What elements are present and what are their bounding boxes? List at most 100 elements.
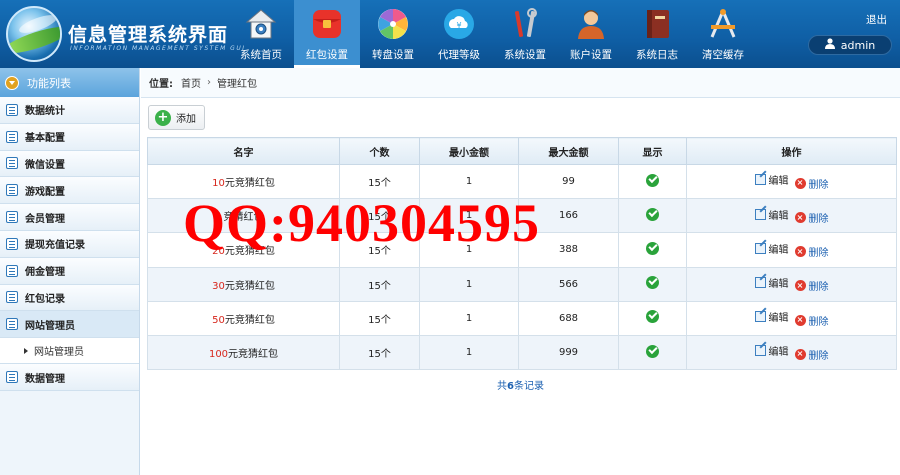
cell-max: 388	[518, 232, 619, 268]
cell-min: 1	[419, 163, 519, 200]
edit-button[interactable]: 编辑	[754, 207, 789, 222]
list-icon	[6, 237, 18, 250]
sidebar-item-admins[interactable]: 网站管理员	[0, 311, 139, 339]
edit-button[interactable]: 编辑	[754, 309, 789, 324]
add-button[interactable]: + 添加	[148, 105, 205, 130]
delete-button[interactable]: × 删除	[794, 347, 829, 362]
cell-name: 20元竞猜红包	[147, 232, 340, 268]
delete-button[interactable]: × 删除	[794, 313, 829, 328]
edit-button[interactable]: 编辑	[754, 172, 789, 187]
delete-icon: ×	[794, 314, 806, 326]
cell-actions: 编辑 × 删除	[686, 198, 897, 234]
cell-name-suffix: 元竞猜红包	[228, 349, 279, 361]
sidebar-item-wechat[interactable]: 微信设置	[0, 150, 139, 178]
nav-account-settings[interactable]: 账户设置	[558, 0, 624, 68]
nav-system-log[interactable]: 系统日志	[624, 0, 690, 68]
top-nav: 系统首页 红包设置 转盘设置 ¥ 代理等级 系统设置 账户设置 系统日志 清空缓…	[228, 0, 756, 68]
sidebar-item-stats[interactable]: 数据统计	[0, 97, 139, 124]
check-icon	[646, 173, 659, 187]
col-header-count: 个数	[339, 137, 420, 165]
delete-button[interactable]: × 删除	[794, 210, 829, 225]
redpacket-table: 名字 个数 最小金额 最大金额 显示 操作 10元竞猜红包 15个 1 99 编辑 × 删除…	[147, 137, 897, 371]
sidebar-item-commission[interactable]: 佣金管理	[0, 257, 139, 285]
plus-icon: +	[155, 109, 171, 126]
nav-agent-level[interactable]: ¥ 代理等级	[426, 0, 492, 68]
cell-max: 566	[518, 266, 619, 302]
list-icon	[6, 103, 18, 116]
tools-icon	[507, 6, 543, 42]
cell-max: 166	[518, 198, 619, 234]
cell-display	[618, 300, 687, 336]
list-icon	[6, 130, 18, 143]
cell-min: 1	[419, 300, 519, 336]
logo-globe-icon	[6, 6, 62, 62]
cell-actions: 编辑 × 删除	[686, 232, 897, 268]
sidebar-item-members[interactable]: 会员管理	[0, 204, 139, 231]
table-row: 100元竞猜红包 15个 1 999 编辑 × 删除	[147, 334, 897, 371]
list-icon	[6, 318, 18, 331]
edit-icon	[754, 276, 766, 288]
nav-system-settings[interactable]: 系统设置	[492, 0, 558, 68]
cloud-coin-icon: ¥	[441, 6, 477, 42]
home-icon	[243, 6, 279, 42]
check-icon	[646, 344, 659, 358]
sidebar-header[interactable]: 功能列表	[0, 68, 139, 97]
delete-button[interactable]: × 删除	[794, 278, 829, 293]
list-icon	[6, 157, 18, 170]
cell-display	[618, 163, 687, 200]
delete-button[interactable]: × 删除	[794, 176, 829, 191]
cell-count: 15个	[339, 198, 420, 234]
table-row: 20元竞猜红包 15个 1 388 编辑 × 删除	[147, 232, 897, 268]
username: admin	[840, 38, 876, 52]
cell-display	[618, 266, 687, 302]
cell-name-suffix: 元竞猜红包	[224, 280, 275, 292]
nav-home[interactable]: 系统首页	[228, 0, 294, 68]
user-small-icon	[824, 38, 835, 52]
nav-clear-cache[interactable]: 清空缓存	[690, 0, 756, 68]
cell-name: 竞猜红包	[147, 198, 340, 234]
edit-button[interactable]: 编辑	[754, 343, 789, 358]
sidebar-item-redpacket-records[interactable]: 红包记录	[0, 284, 139, 312]
delete-button[interactable]: × 删除	[794, 244, 829, 259]
delete-icon: ×	[794, 246, 806, 258]
cell-max: 688	[518, 300, 619, 336]
main-content: 位置: 首页 › 管理红包 + 添加 名字 个数 最小金额 最大金额 显示 操作…	[141, 68, 900, 475]
edit-icon	[754, 208, 766, 220]
table-row: 30元竞猜红包 15个 1 566 编辑 × 删除	[147, 266, 897, 302]
cell-name-suffix: 元竞猜红包	[224, 246, 275, 258]
svg-text:¥: ¥	[456, 21, 461, 30]
check-icon	[646, 310, 659, 324]
cell-name: 100元竞猜红包	[147, 334, 340, 371]
sidebar-item-withdraw-records[interactable]: 提现充值记录	[0, 230, 139, 258]
nav-redpacket[interactable]: 红包设置	[294, 0, 360, 68]
delete-icon: ×	[794, 212, 806, 224]
cell-count: 15个	[339, 232, 420, 268]
record-count: 共6条记录	[497, 381, 544, 392]
edit-button[interactable]: 编辑	[754, 241, 789, 256]
sidebar-item-basic-config[interactable]: 基本配置	[0, 123, 139, 151]
cell-max: 999	[518, 334, 619, 371]
nav-wheel[interactable]: 转盘设置	[360, 0, 426, 68]
logout-link[interactable]: 退出	[866, 12, 887, 27]
sidebar-subitem-admins[interactable]: 网站管理员	[0, 338, 139, 365]
edit-button[interactable]: 编辑	[754, 275, 789, 290]
check-icon	[646, 241, 659, 255]
chevron-down-icon	[5, 75, 19, 90]
cell-min: 1	[419, 334, 519, 371]
system-title: 信息管理系统界面	[68, 24, 229, 46]
breadcrumb-home[interactable]: 首页	[181, 75, 201, 90]
system-subtitle: INFORMATION MANAGEMENT SYSTEM GUI	[70, 45, 246, 52]
check-icon	[646, 207, 659, 221]
cell-name-suffix: 竞猜红包	[223, 212, 264, 224]
cell-amount: 30	[212, 280, 225, 292]
compass-icon	[705, 6, 741, 42]
sidebar-item-game-config[interactable]: 游戏配置	[0, 177, 139, 205]
user-badge[interactable]: admin	[808, 35, 892, 55]
cell-actions: 编辑 × 删除	[686, 163, 897, 200]
sidebar: 功能列表 数据统计 基本配置 微信设置 游戏配置 会员管理 提现充值记录 佣金管…	[0, 68, 140, 475]
cell-max: 99	[518, 163, 619, 200]
cell-amount: 20	[212, 246, 225, 258]
table-row: 竞猜红包 15个 1 166 编辑 × 删除	[147, 198, 897, 234]
sidebar-item-data-manage[interactable]: 数据管理	[0, 364, 139, 391]
table-header-row: 名字 个数 最小金额 最大金额 显示 操作	[147, 137, 897, 165]
